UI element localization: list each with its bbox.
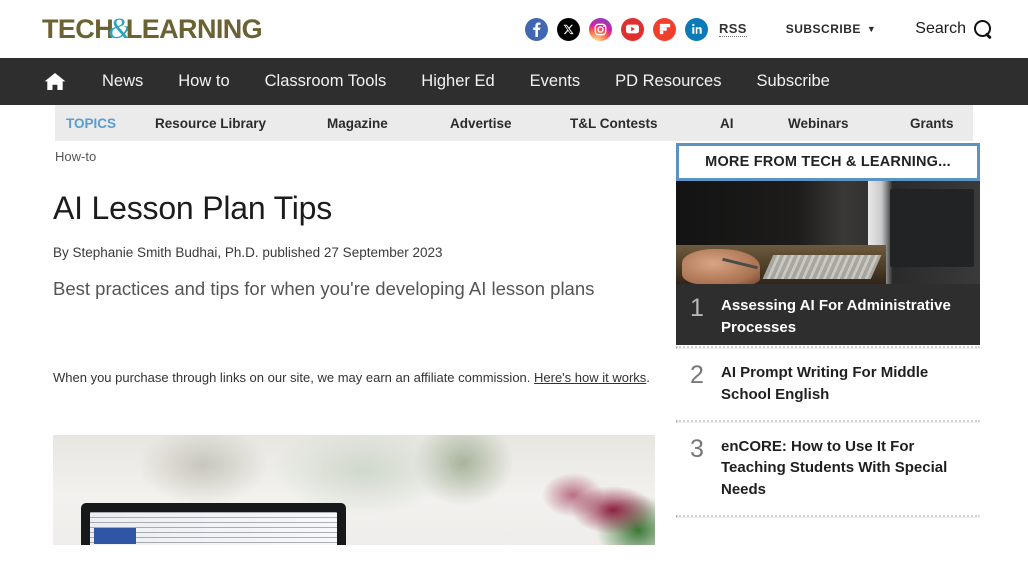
more-from-title: MORE FROM TECH & LEARNING... — [705, 154, 951, 170]
logo-text-learning: LEARNING — [125, 14, 263, 44]
youtube-icon[interactable] — [621, 17, 645, 41]
hero-laptop-shape — [81, 503, 346, 546]
page-content: How-to AI Lesson Plan Tips By Stephanie … — [0, 141, 1028, 578]
hero-laptop-screen — [90, 512, 337, 546]
site-header: TECH&LEARNING RSS SUBSCRIBE ▼ Search — [0, 0, 1028, 58]
topics-navigation: TOPICS Resource Library Magazine Adverti… — [55, 105, 973, 141]
main-navigation: News How to Classroom Tools Higher Ed Ev… — [0, 58, 1028, 105]
instagram-icon[interactable] — [589, 17, 613, 41]
search-label: Search — [915, 20, 966, 37]
article-kicker[interactable]: How-to — [55, 149, 655, 164]
list-item-rank: 3 — [690, 434, 704, 463]
nav-item-higher-ed[interactable]: Higher Ed — [421, 72, 494, 91]
linkedin-icon[interactable] — [685, 17, 709, 41]
list-item-rank: 1 — [690, 294, 704, 322]
affiliate-how-it-works-link[interactable]: Here's how it works — [534, 370, 646, 385]
facebook-icon[interactable] — [525, 17, 549, 41]
search-icon — [974, 19, 993, 39]
logo-text-tech: TECH — [42, 14, 114, 44]
home-icon[interactable] — [42, 69, 68, 95]
list-item-title: AI Prompt Writing For Middle School Engl… — [721, 364, 929, 403]
affiliate-disclosure: When you purchase through links on our s… — [53, 368, 653, 388]
more-from-box-header: MORE FROM TECH & LEARNING... — [676, 143, 980, 181]
search-trigger[interactable]: Search — [915, 19, 993, 39]
topic-item-webinars[interactable]: Webinars — [788, 116, 849, 131]
list-item[interactable]: 3 enCORE: How to Use It For Teaching Stu… — [676, 423, 980, 515]
header-right-cluster: RSS SUBSCRIBE ▼ Search — [525, 0, 1028, 58]
topic-item-topics[interactable]: TOPICS — [66, 116, 116, 131]
topic-item-tl-contests[interactable]: T&L Contests — [570, 116, 658, 131]
affiliate-disclosure-text: When you purchase through links on our s… — [53, 370, 534, 386]
nav-item-news[interactable]: News — [102, 72, 143, 91]
nav-item-how-to[interactable]: How to — [178, 72, 229, 91]
topic-item-magazine[interactable]: Magazine — [327, 116, 388, 131]
article-hero-image — [53, 435, 655, 546]
list-item[interactable]: 2 AI Prompt Writing For Middle School En… — [676, 349, 980, 420]
article-column: How-to AI Lesson Plan Tips By Stephanie … — [53, 141, 655, 546]
rss-link[interactable]: RSS — [719, 21, 747, 37]
topic-item-advertise[interactable]: Advertise — [450, 116, 512, 131]
list-item[interactable]: 1 Assessing AI For Administrative Proces… — [676, 284, 980, 345]
chevron-down-icon: ▼ — [866, 23, 877, 34]
article-byline: By Stephanie Smith Budhai, Ph.D. publish… — [53, 245, 443, 261]
nav-item-subscribe[interactable]: Subscribe — [756, 72, 829, 91]
sidebar-thumbnail-image[interactable] — [676, 181, 980, 285]
x-twitter-icon[interactable] — [557, 17, 581, 41]
page-title: AI Lesson Plan Tips — [53, 190, 333, 226]
topic-item-ai[interactable]: AI — [720, 116, 734, 131]
subscribe-label: SUBSCRIBE — [785, 22, 861, 36]
nav-item-classroom-tools[interactable]: Classroom Tools — [265, 72, 387, 91]
nav-item-pd-resources[interactable]: PD Resources — [615, 72, 721, 91]
list-item-title: Assessing AI For Administrative Processe… — [721, 297, 951, 336]
sidebar: MORE FROM TECH & LEARNING... 1 Assessing… — [676, 141, 980, 518]
list-item-title: enCORE: How to Use It For Teaching Stude… — [721, 437, 948, 499]
flipboard-icon[interactable] — [653, 17, 677, 41]
social-links — [525, 17, 709, 41]
nav-item-events[interactable]: Events — [530, 72, 580, 91]
topic-item-grants[interactable]: Grants — [910, 116, 954, 131]
site-logo[interactable]: TECH&LEARNING — [42, 14, 263, 44]
article-standfirst: Best practices and tips for when you're … — [53, 278, 595, 300]
list-divider — [676, 514, 980, 518]
affiliate-period: . — [646, 370, 650, 386]
topic-item-resource-library[interactable]: Resource Library — [155, 116, 266, 131]
subscribe-dropdown[interactable]: SUBSCRIBE ▼ — [786, 22, 877, 36]
thumbnail-keyboard-shape — [762, 255, 882, 279]
list-item-rank: 2 — [690, 361, 704, 389]
